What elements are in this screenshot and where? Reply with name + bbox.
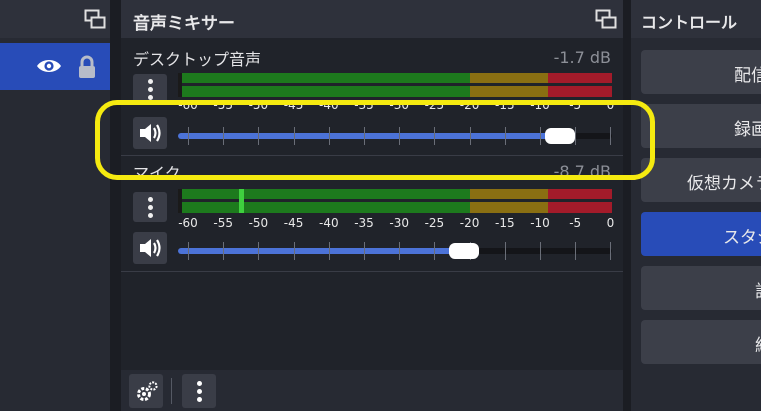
mixer-title: 音声ミキサー <box>133 14 235 34</box>
scale-label: -25 <box>424 216 445 230</box>
gear-icon <box>137 381 158 401</box>
slider-tick <box>188 127 189 145</box>
volume-slider[interactable] <box>178 124 612 148</box>
scale-label: -55 <box>213 98 233 112</box>
mixer-footer-toolbar <box>121 370 623 411</box>
scale-label: 0 <box>606 98 615 112</box>
scale-label: -40 <box>318 216 339 230</box>
scale-label: -60 <box>178 98 198 112</box>
scale-label: -35 <box>354 216 374 230</box>
scale-label: -10 <box>530 216 550 230</box>
speaker-icon <box>140 239 161 257</box>
slider-tick <box>364 127 365 145</box>
undock-icon[interactable] <box>595 9 617 29</box>
meter-peak-indicator <box>239 189 244 213</box>
slider-tick <box>223 127 225 145</box>
channel-menu-button[interactable] <box>133 74 167 104</box>
scale-label: -55 <box>213 216 233 230</box>
channel-menu-button[interactable] <box>133 192 167 222</box>
slider-tick <box>223 242 225 260</box>
mute-button[interactable] <box>133 232 167 264</box>
slider-tick <box>504 127 506 145</box>
start-streaming-button[interactable]: 配信開始 <box>641 50 761 94</box>
mixer-header: 音声ミキサー <box>121 0 623 38</box>
slider-tick <box>610 242 612 260</box>
mixer-channel-mic: マイク -8.7 dB -60 -55 -50 -45 -40 -35 -30 -25 -20-… <box>121 156 623 271</box>
scale-label: -45 <box>283 216 304 230</box>
slider-tick <box>504 242 506 260</box>
sources-header <box>0 0 110 38</box>
scale-label: -30 <box>389 98 409 112</box>
scale-label: -60 <box>178 216 198 230</box>
scale-label: -15 <box>494 216 515 230</box>
scale-label: -20 <box>459 216 480 230</box>
scale-label: 0 <box>606 216 615 230</box>
scale-label: -20 <box>459 98 480 112</box>
start-recording-button[interactable]: 録画開始 <box>641 104 761 148</box>
scale-label: -40 <box>318 98 339 112</box>
slider-tick <box>434 242 436 260</box>
meter-scale: -60 -55 -50 -45 -40 -35 -30 -25 -20 -15 -10 -5 0 <box>178 98 615 112</box>
speaker-icon <box>140 124 161 142</box>
scale-label: -30 <box>389 216 409 230</box>
slider-tick <box>258 127 260 145</box>
slider-tick <box>188 242 189 260</box>
slider-tick <box>575 127 577 145</box>
start-virtual-camera-button[interactable]: 仮想カメラ開始 <box>641 158 761 202</box>
volume-slider-handle[interactable] <box>449 243 479 259</box>
mixer-menu-button[interactable] <box>182 374 216 408</box>
scale-label: -35 <box>354 98 374 112</box>
scale-label: -50 <box>248 98 269 112</box>
scale-label: -25 <box>424 98 445 112</box>
slider-tick <box>469 127 471 145</box>
mute-button[interactable] <box>133 117 167 149</box>
channel-db-readout: -1.7 dB <box>553 48 611 67</box>
exit-button[interactable]: 終了 <box>641 320 761 364</box>
scale-label: -5 <box>569 98 582 112</box>
scale-label: -15 <box>494 98 515 112</box>
slider-tick <box>293 242 295 260</box>
volume-meter <box>178 73 612 97</box>
scale-label: -10 <box>530 98 550 112</box>
scale-label: -5 <box>569 216 582 230</box>
kebab-menu-icon <box>148 197 153 202</box>
mixer-settings-button[interactable] <box>129 374 163 408</box>
studio-mode-button[interactable]: スタジオモード <box>641 212 761 256</box>
channel-name: デスクトップ音声 <box>133 50 262 69</box>
controls-panel: コントロール 配信開始 録画開始 仮想カメラ開始 スタジオモード 設定 終了 <box>631 0 761 411</box>
undock-icon[interactable] <box>84 9 106 29</box>
sources-panel <box>0 0 110 411</box>
slider-tick <box>610 127 612 145</box>
eye-icon[interactable] <box>36 57 62 75</box>
slider-tick <box>364 242 365 260</box>
slider-tick <box>540 242 541 260</box>
slider-tick <box>328 242 330 260</box>
kebab-menu-icon <box>148 79 153 84</box>
scale-label: -50 <box>248 216 269 230</box>
slider-tick <box>328 127 330 145</box>
scale-label: -45 <box>283 98 304 112</box>
slider-tick <box>399 127 401 145</box>
settings-button[interactable]: 設定 <box>641 266 761 310</box>
volume-slider-handle[interactable] <box>545 128 575 144</box>
volume-meter <box>178 189 612 213</box>
audio-mixer-panel: 音声ミキサー デスクトップ音声 -1.7 dB -60 -55 -50 -45 -40-… <box>121 0 623 370</box>
meter-scale: -60 -55 -50 -45 -40 -35 -30 -25 -20 -15 -10 -5 0 <box>178 216 615 230</box>
channel-name: マイク <box>133 164 181 183</box>
slider-tick <box>399 242 401 260</box>
lock-icon[interactable] <box>77 55 97 79</box>
controls-title: コントロール <box>641 13 738 32</box>
channel-db-readout: -8.7 dB <box>553 162 611 181</box>
slider-tick <box>434 127 436 145</box>
mixer-channel-desktop-audio: デスクトップ音声 -1.7 dB -60 -55 -50 -45 -40 -35 -30 -2… <box>121 38 623 154</box>
volume-slider[interactable] <box>178 239 612 263</box>
slider-tick <box>293 127 295 145</box>
slider-tick <box>540 127 541 145</box>
kebab-menu-icon <box>197 381 202 386</box>
source-item-selected[interactable] <box>0 43 110 90</box>
controls-header: コントロール <box>631 0 761 38</box>
slider-tick <box>575 242 577 260</box>
slider-tick <box>258 242 260 260</box>
